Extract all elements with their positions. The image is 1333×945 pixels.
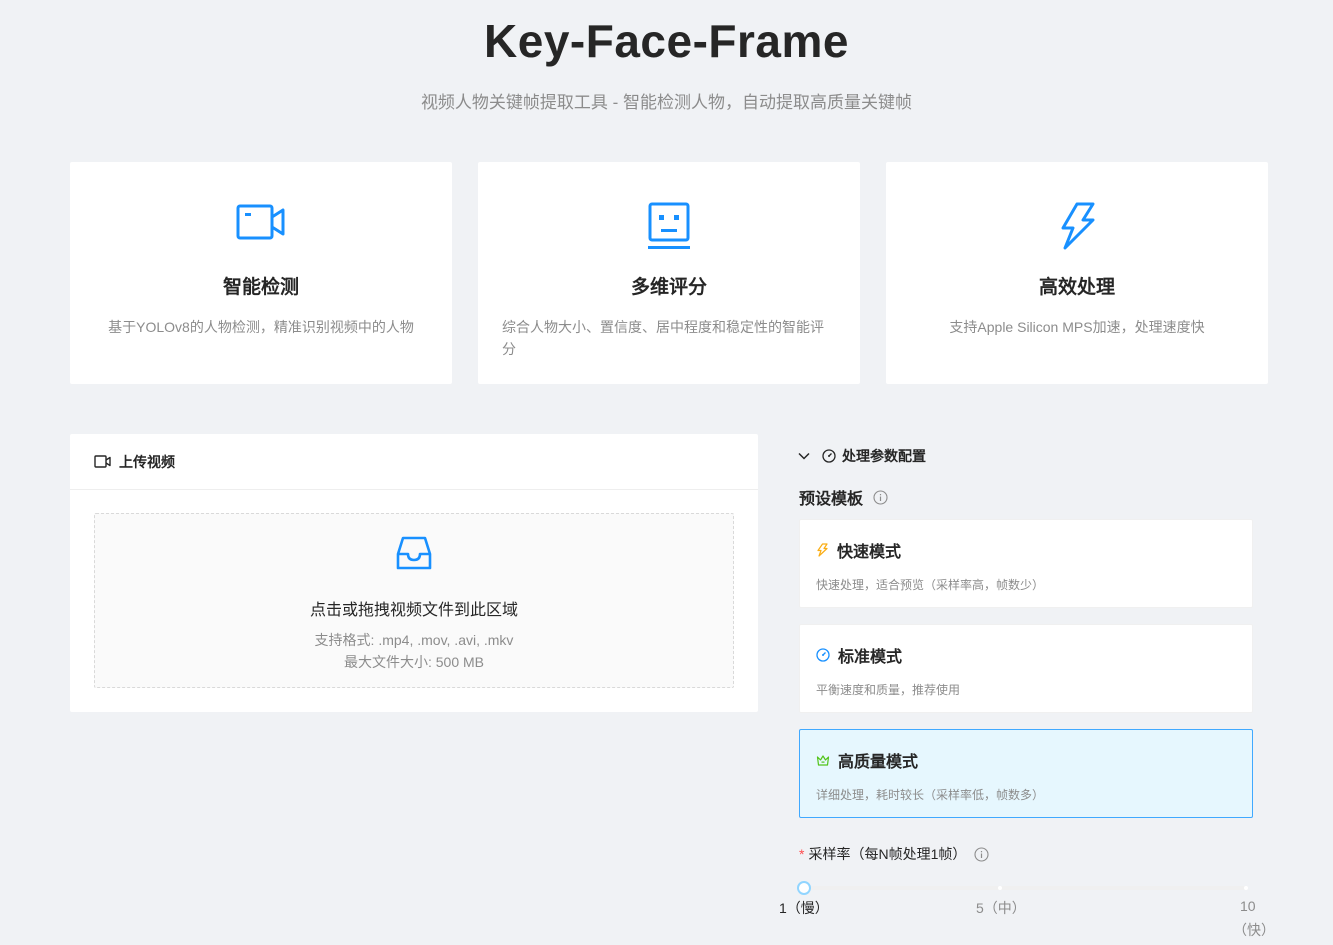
mode-card-fast[interactable]: 快速模式 快速处理，适合预览（采样率高，帧数少） <box>799 519 1253 608</box>
sample-rate-slider-handle[interactable] <box>797 881 811 895</box>
upload-drop-text: 点击或拖拽视频文件到此区域 <box>309 602 518 619</box>
info-circle-icon[interactable] <box>873 489 888 505</box>
required-mark: * <box>799 846 805 862</box>
mode-desc: 快速处理，适合预览（采样率高，帧数少） <box>816 578 1045 592</box>
thunderbolt-icon <box>886 202 1268 250</box>
slider-dot-5[interactable] <box>998 886 1002 890</box>
feature-desc: 支持Apple Silicon MPS加速，处理速度快 <box>949 319 1205 335</box>
feature-title: 多维评分 <box>630 277 707 298</box>
preset-label: 预设模板 <box>799 485 888 509</box>
feature-title: 高效处理 <box>1038 277 1115 298</box>
info-circle-icon[interactable] <box>974 846 989 862</box>
sample-rate-slider-track[interactable] <box>804 886 1248 890</box>
config-collapse-header[interactable]: 处理参数配置 <box>798 446 926 466</box>
feature-desc: 基于YOLOv8的人物检测，精准识别视频中的人物 <box>108 319 414 335</box>
mode-title: 标准模式 <box>838 649 903 666</box>
chevron-down-icon <box>798 452 810 460</box>
dashboard-icon <box>816 648 830 662</box>
upload-max-size: 最大文件大小: 500 MB <box>343 654 485 670</box>
slider-mark-10[interactable]: 10 <box>1240 898 1256 914</box>
feature-card-detection: 智能检测 基于YOLOv8的人物检测，精准识别视频中的人物 <box>70 162 452 384</box>
mode-card-standard[interactable]: 标准模式 平衡速度和质量，推荐使用 <box>799 624 1253 713</box>
mode-desc: 详细处理，耗时较长（采样率低，帧数多） <box>816 788 1045 802</box>
upload-dropzone[interactable]: 点击或拖拽视频文件到此区域 支持格式: .mp4, .mov, .avi, .m… <box>94 513 734 688</box>
config-title: 处理参数配置 <box>842 448 926 464</box>
upload-title: 上传视频 <box>119 453 175 470</box>
feature-card-efficiency: 高效处理 支持Apple Silicon MPS加速，处理速度快 <box>886 162 1268 384</box>
robot-face-icon <box>478 202 860 250</box>
upload-formats: 支持格式: .mp4, .mov, .avi, .mkv <box>314 632 514 648</box>
inbox-icon <box>95 534 733 572</box>
mode-card-high-quality[interactable]: 高质量模式 详细处理，耗时较长（采样率低，帧数多） <box>799 729 1253 818</box>
page-title: Key-Face-Frame <box>484 15 849 67</box>
video-camera-icon <box>94 455 111 468</box>
video-camera-icon <box>70 202 452 250</box>
upload-card: 上传视频 点击或拖拽视频文件到此区域 支持格式: .mp4, .mov, .av… <box>70 434 758 712</box>
feature-desc: 综合人物大小、置信度、居中程度和稳定性的智能评分 <box>502 319 824 357</box>
slider-mark-10-suffix: （快） <box>1233 922 1275 938</box>
mode-title: 高质量模式 <box>838 754 919 771</box>
thunderbolt-icon <box>817 543 828 557</box>
mode-title: 快速模式 <box>837 544 902 561</box>
page-subtitle: 视频人物关键帧提取工具 - 智能检测人物，自动提取高质量关键帧 <box>420 93 913 112</box>
mode-desc: 平衡速度和质量，推荐使用 <box>816 683 961 697</box>
upload-hint: 支持格式: .mp4, .mov, .avi, .mkv 最大文件大小: 500… <box>95 629 733 673</box>
feature-card-scoring: 多维评分 综合人物大小、置信度、居中程度和稳定性的智能评分 <box>478 162 860 384</box>
slider-mark-5[interactable]: 5（中） <box>976 898 1026 918</box>
slider-dot-10[interactable] <box>1244 886 1248 890</box>
upload-card-header: 上传视频 <box>70 434 758 490</box>
crown-icon <box>816 754 830 766</box>
slider-mark-1[interactable]: 1（慢） <box>779 898 829 918</box>
dashboard-icon <box>822 449 836 463</box>
feature-title: 智能检测 <box>222 277 299 298</box>
sample-rate-label: * 采样率（每N帧处理1帧） <box>799 844 989 864</box>
